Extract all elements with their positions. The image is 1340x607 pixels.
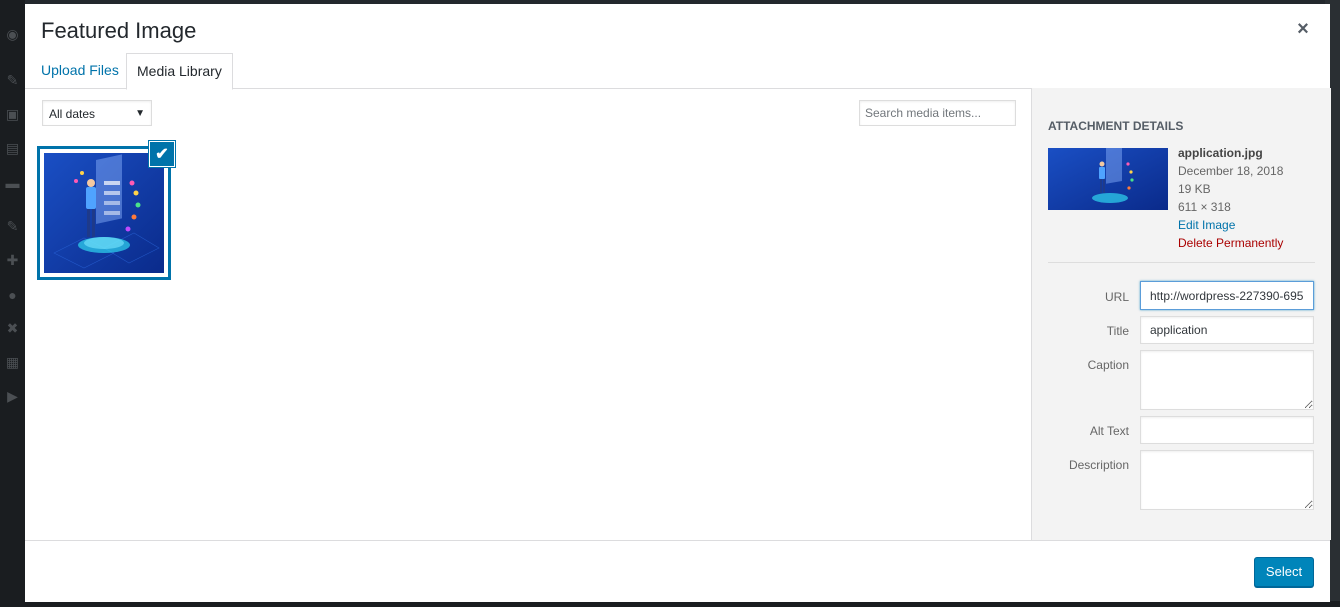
pages-icon: ▤	[5, 140, 20, 156]
attachment-image	[43, 152, 165, 274]
tab-upload-files[interactable]: Upload Files	[31, 53, 129, 87]
plugins-icon: ✚	[6, 252, 19, 268]
url-label: URL	[1104, 290, 1129, 304]
selected-check-icon[interactable]: ✔	[149, 141, 175, 167]
description-label: Description	[1068, 458, 1129, 472]
appearance-icon: ✎	[6, 218, 19, 234]
caption-field[interactable]	[1140, 350, 1314, 410]
date-filter-value: All dates	[49, 107, 96, 121]
description-field[interactable]	[1140, 450, 1314, 510]
media-icon: ▣	[5, 106, 20, 122]
attachment-date: December 18, 2018	[1178, 164, 1284, 178]
attachment-dimensions: 611 × 318	[1178, 200, 1231, 214]
modal-title: Featured Image	[41, 18, 197, 43]
pin-icon: ✎	[6, 72, 19, 88]
media-modal: Featured Image × Upload Files Media Libr…	[25, 4, 1331, 602]
admin-sidebar-strip: ◉ ✎ ▣ ▤ ▬ ✎ ✚ ● ✖ ▦ ▶	[0, 0, 25, 607]
alt-text-label: Alt Text	[1089, 424, 1129, 438]
isometric-app-preview-illustration	[1048, 148, 1168, 210]
play-icon: ▶	[7, 388, 18, 404]
url-field[interactable]	[1140, 281, 1314, 310]
tools-icon: ✖	[6, 320, 19, 336]
caption-label: Caption	[1087, 358, 1129, 372]
isometric-app-illustration	[44, 153, 164, 273]
date-filter-select[interactable]: All dates ▼	[42, 100, 152, 126]
dashboard-icon: ◉	[6, 26, 19, 42]
search-media-input[interactable]	[859, 100, 1016, 126]
close-icon[interactable]: ×	[1292, 18, 1314, 40]
attachment-details-heading: ATTACHMENT DETAILS	[1048, 119, 1184, 133]
dropdown-arrow-icon: ▼	[135, 108, 145, 119]
title-label: Title	[1106, 324, 1129, 338]
tab-media-library[interactable]: Media Library	[126, 53, 233, 90]
users-icon: ●	[8, 286, 17, 303]
modal-tabs: Upload Files Media Library	[25, 53, 1330, 90]
title-field[interactable]	[1140, 316, 1314, 344]
modal-footer: Select	[25, 540, 1330, 602]
edit-image-link[interactable]: Edit Image	[1178, 218, 1235, 232]
sidebar-divider	[1048, 262, 1315, 263]
attachment-file-size: 19 KB	[1178, 182, 1211, 196]
attachment-details-sidebar: ATTACHMENT DETAILS application.jpg Decem…	[1031, 88, 1331, 540]
alt-text-field[interactable]	[1140, 416, 1314, 444]
delete-permanently-link[interactable]: Delete Permanently	[1178, 236, 1283, 250]
select-button[interactable]: Select	[1254, 557, 1314, 587]
attachment-preview-image	[1048, 148, 1168, 210]
attachment-filename: application.jpg	[1178, 146, 1263, 160]
settings-icon: ▦	[5, 354, 20, 370]
comments-icon: ▬	[5, 174, 20, 191]
